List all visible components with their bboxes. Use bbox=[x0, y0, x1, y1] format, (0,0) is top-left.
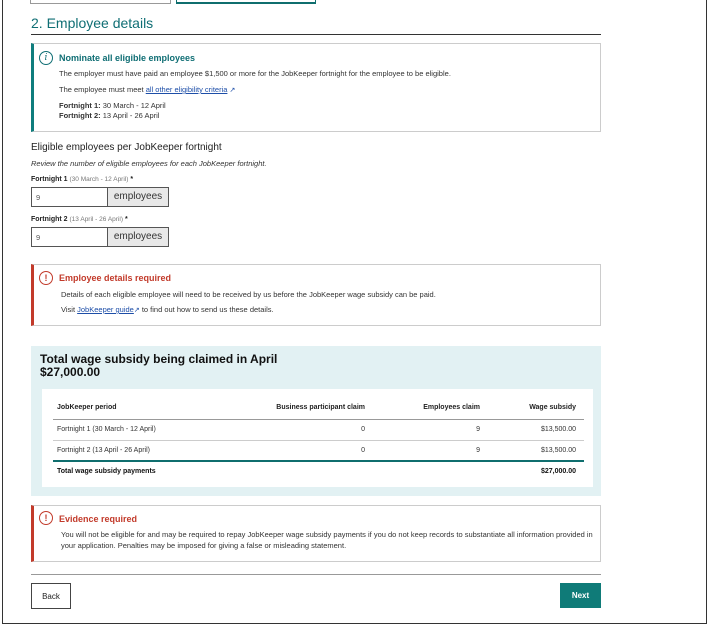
guide-suffix: to find out how to send us these details… bbox=[141, 305, 274, 314]
eligible-employees-subtitle: Review the number of eligible employees … bbox=[31, 159, 267, 168]
evidence-required-title: Evidence required bbox=[59, 514, 138, 524]
next-button[interactable]: Next bbox=[560, 583, 601, 608]
fortnight-1-label: Fortnight 1 (30 March - 12 April) * bbox=[31, 176, 133, 183]
fortnight-2-label-dates: (13 April - 26 April) bbox=[69, 216, 123, 223]
subsidy-table-card: JobKeeper period Business participant cl… bbox=[42, 389, 593, 487]
employee-details-required-text: Details of each eligible employee will n… bbox=[61, 290, 436, 299]
fortnight-2-employees-input[interactable] bbox=[31, 227, 107, 247]
info-f1-label: Fortnight 1: bbox=[59, 101, 101, 110]
table-cell: Fortnight 1 (30 March - 12 April) bbox=[53, 419, 243, 441]
fortnight-1-field: employees bbox=[31, 187, 169, 207]
table-cell: 9 bbox=[373, 440, 488, 462]
total-value: $27,000.00 bbox=[488, 460, 584, 481]
summary-amount: $27,000.00 bbox=[40, 365, 101, 379]
eligibility-criteria-link[interactable]: all other eligibility criteria bbox=[146, 85, 228, 94]
employees-suffix: employees bbox=[107, 187, 169, 207]
footer-divider bbox=[31, 574, 601, 575]
table-cell: $13,500.00 bbox=[488, 419, 584, 441]
back-button[interactable]: Back bbox=[31, 583, 71, 609]
total-label: Total wage subsidy payments bbox=[53, 460, 488, 481]
table-cell: $13,500.00 bbox=[488, 440, 584, 462]
table-total-row: Total wage subsidy payments $27,000.00 bbox=[53, 460, 584, 481]
fortnight-2-label: Fortnight 2 (13 April - 26 April) * bbox=[31, 216, 128, 223]
table-cell: Fortnight 2 (13 April - 26 April) bbox=[53, 440, 243, 462]
fortnight-1-label-text: Fortnight 1 bbox=[31, 176, 68, 183]
info-fortnight-2: Fortnight 2: 13 April - 26 April bbox=[59, 111, 159, 120]
column-header: Wage subsidy bbox=[488, 397, 584, 420]
info-f1-dates: 30 March - 12 April bbox=[102, 101, 166, 110]
info-text: The employer must have paid an employee … bbox=[59, 69, 451, 78]
table-cell: 0 bbox=[243, 440, 373, 462]
evidence-required-text: You will not be eligible for and may be … bbox=[61, 530, 593, 550]
fortnight-2-field: employees bbox=[31, 227, 169, 247]
table-row: Fortnight 1 (30 March - 12 April) 0 9 $1… bbox=[53, 419, 584, 441]
employee-details-required-title: Employee details required bbox=[59, 273, 172, 283]
column-header: Business participant claim bbox=[243, 397, 373, 420]
required-mark: * bbox=[124, 216, 128, 223]
guide-prefix: Visit bbox=[61, 305, 76, 314]
info-fortnight-1: Fortnight 1: 30 March - 12 April bbox=[59, 101, 166, 110]
section-title: 2. Employee details bbox=[31, 15, 154, 31]
alert-icon: ! bbox=[39, 271, 53, 285]
table-cell: 0 bbox=[243, 419, 373, 441]
info-criteria-line: The employee must meet all other eligibi… bbox=[59, 85, 235, 94]
summary-title: Total wage subsidy being claimed in Apri… bbox=[40, 352, 278, 366]
employee-details-required-alert: ! Employee details required Details of e… bbox=[31, 264, 601, 326]
info-f2-dates: 13 April - 26 April bbox=[102, 111, 160, 120]
employees-suffix: employees bbox=[107, 227, 169, 247]
wage-subsidy-summary: Total wage subsidy being claimed in Apri… bbox=[31, 346, 601, 496]
jobkeeper-guide-link[interactable]: JobKeeper guide bbox=[77, 305, 134, 314]
external-link-icon: ↗ bbox=[133, 307, 140, 314]
info-title: Nominate all eligible employees bbox=[59, 53, 196, 63]
evidence-required-alert: ! Evidence required You will not be elig… bbox=[31, 505, 601, 562]
info-f2-label: Fortnight 2: bbox=[59, 111, 101, 120]
jobkeeper-guide-line: Visit JobKeeper guide↗ to find out how t… bbox=[61, 304, 596, 316]
eligible-employees-heading: Eligible employees per JobKeeper fortnig… bbox=[31, 142, 222, 153]
required-mark: * bbox=[130, 176, 134, 183]
alert-icon: ! bbox=[39, 511, 53, 525]
column-header: Employees claim bbox=[373, 397, 488, 420]
title-divider bbox=[31, 34, 601, 35]
column-header: JobKeeper period bbox=[53, 397, 243, 420]
table-row: Fortnight 2 (13 April - 26 April) 0 9 $1… bbox=[53, 440, 584, 462]
info-icon: i bbox=[39, 51, 53, 65]
fortnight-1-label-dates: (30 March - 12 April) bbox=[69, 176, 129, 183]
table-header-row: JobKeeper period Business participant cl… bbox=[53, 397, 584, 420]
fortnight-2-label-text: Fortnight 2 bbox=[31, 216, 68, 223]
subsidy-table: JobKeeper period Business participant cl… bbox=[53, 397, 584, 481]
external-link-icon: ↗ bbox=[229, 87, 236, 94]
table-cell: 9 bbox=[373, 419, 488, 441]
fortnight-1-employees-input[interactable] bbox=[31, 187, 107, 207]
current-step-tab[interactable] bbox=[176, 0, 316, 4]
eligibility-info-box: i Nominate all eligible employees The em… bbox=[31, 43, 601, 132]
info-criteria-prefix: The employee must meet bbox=[59, 85, 144, 94]
previous-step-tab[interactable] bbox=[30, 0, 171, 4]
